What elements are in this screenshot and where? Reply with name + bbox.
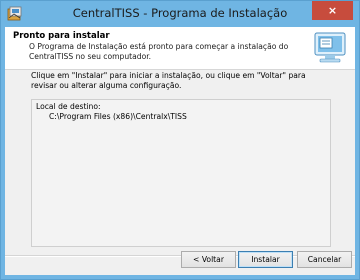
page-subtitle: O Programa de Instalação está pronto par… [29, 42, 289, 61]
installer-window: CentralTISS - Programa de Instalação × P… [0, 0, 360, 280]
title-bar[interactable]: CentralTISS - Programa de Instalação × [1, 1, 359, 27]
wizard-header: Pronto para instalar O Programa de Insta… [5, 27, 355, 70]
back-button[interactable]: < Voltar [181, 251, 236, 268]
cancel-button[interactable]: Cancelar [297, 251, 352, 268]
page-title: Pronto para instalar [13, 31, 110, 41]
instructions-text: Clique em "Instalar" para iniciar a inst… [31, 71, 306, 90]
destination-label: Local de destino: [36, 102, 101, 111]
destination-path: C:\Program Files (x86)\Centralx\TISS [49, 112, 187, 121]
close-button[interactable]: × [312, 1, 353, 20]
wizard-client-area: Pronto para instalar O Programa de Insta… [5, 27, 355, 275]
close-icon: × [327, 4, 338, 17]
install-button[interactable]: Instalar [238, 251, 293, 268]
setup-computer-icon [314, 32, 346, 63]
ready-memo[interactable]: Local de destino: C:\Program Files (x86)… [31, 99, 331, 247]
window-title: CentralTISS - Programa de Instalação [72, 6, 288, 20]
